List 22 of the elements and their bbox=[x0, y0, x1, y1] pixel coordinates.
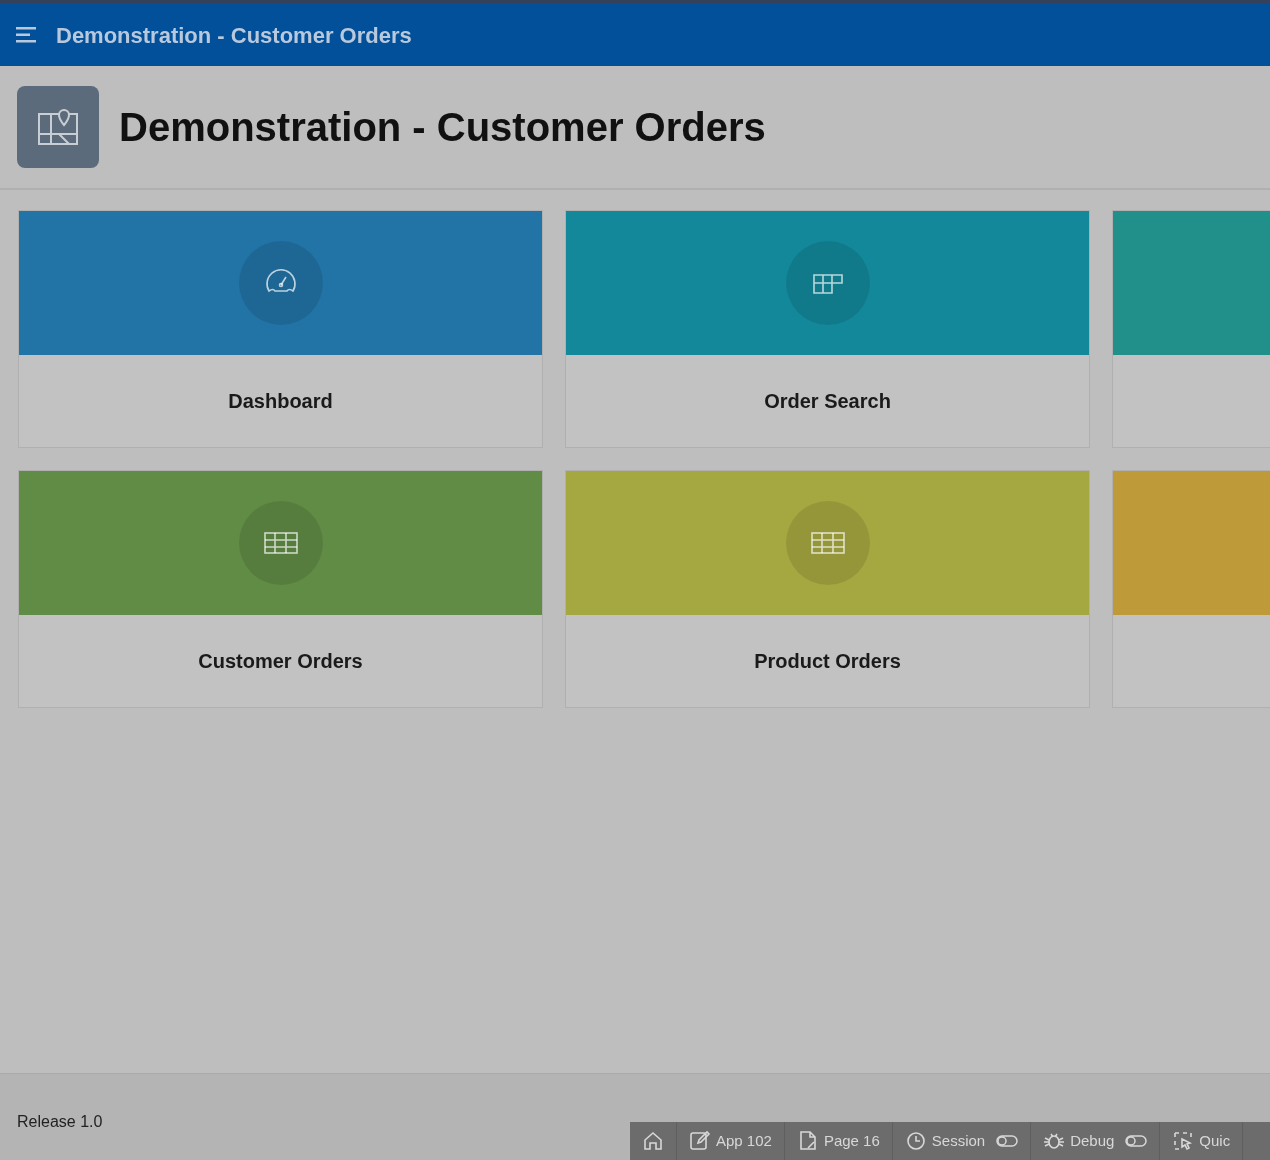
toolbar-button[interactable]: App 102 bbox=[677, 1122, 785, 1160]
clock-icon bbox=[904, 1130, 927, 1152]
cursor-select-icon bbox=[1172, 1130, 1195, 1152]
page-title: Demonstration - Customer Orders bbox=[119, 104, 766, 151]
menu-icon[interactable] bbox=[16, 27, 38, 43]
menu-tile[interactable]: Product Orders bbox=[565, 470, 1090, 708]
toolbar-button[interactable]: Debug bbox=[1031, 1122, 1161, 1160]
release-label: Release 1.0 bbox=[17, 1112, 103, 1132]
toolbar-button[interactable]: Quic bbox=[1160, 1122, 1244, 1160]
tile-label: Order Search bbox=[764, 389, 891, 414]
menu-tile[interactable]: Dashboard bbox=[18, 210, 543, 448]
menu-tile[interactable]: Customer Orders bbox=[18, 470, 543, 708]
tile-label: Customer Orders bbox=[198, 649, 363, 674]
tile-label: Dashboard bbox=[228, 389, 333, 414]
home-icon bbox=[642, 1130, 664, 1152]
toolbar-button[interactable]: Page 16 bbox=[784, 1122, 893, 1160]
app-title[interactable]: Demonstration - Customer Orders bbox=[56, 18, 412, 52]
pencil-icon bbox=[689, 1130, 711, 1152]
map-pin-icon bbox=[17, 86, 99, 168]
tile-label: Product Orders bbox=[754, 649, 901, 674]
menu-tile[interactable]: Order Search bbox=[565, 210, 1090, 448]
toolbar-button[interactable]: Session bbox=[892, 1122, 1032, 1160]
